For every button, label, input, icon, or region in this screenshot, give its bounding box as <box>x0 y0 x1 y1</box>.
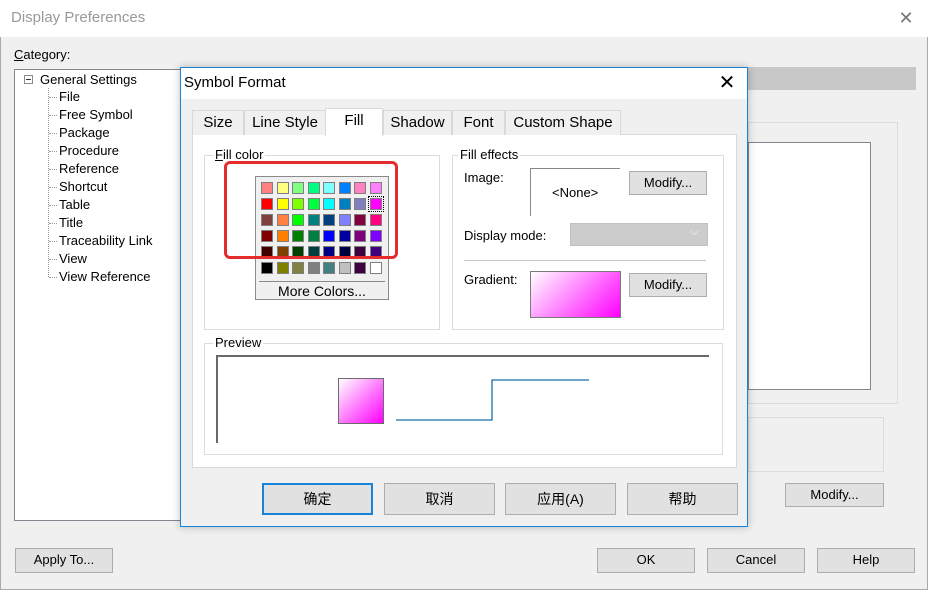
color-swatch[interactable] <box>261 262 273 274</box>
cancel-button[interactable]: Cancel <box>707 548 805 573</box>
tree-connector <box>49 223 57 224</box>
help-button[interactable]: Help <box>817 548 915 573</box>
color-swatch[interactable] <box>292 262 304 274</box>
tree-item-title[interactable]: Title <box>59 215 83 230</box>
tab-font[interactable]: Font <box>452 110 505 135</box>
category-label: Category: <box>14 47 71 62</box>
tree-item-shortcut[interactable]: Shortcut <box>59 179 107 194</box>
separator <box>464 260 706 261</box>
tree-item-view[interactable]: View <box>59 251 87 266</box>
fill-effects-label: Fill effects <box>458 147 521 162</box>
tree-item-reference[interactable]: Reference <box>59 161 119 176</box>
ok-button[interactable]: OK <box>597 548 695 573</box>
tree-connector <box>49 277 57 278</box>
tree-connector <box>49 151 57 152</box>
symbol-format-title: Symbol Format <box>184 74 286 91</box>
preview-line-sample <box>396 379 589 421</box>
tree-item-free-symbol[interactable]: Free Symbol <box>59 107 133 122</box>
highlight-annotation <box>224 161 398 259</box>
help-button[interactable]: 帮助 <box>627 483 738 515</box>
settings-preview-box <box>748 142 871 390</box>
tab-shadow[interactable]: Shadow <box>383 110 452 135</box>
modify-button[interactable]: Modify... <box>785 483 884 507</box>
tree-item-package[interactable]: Package <box>59 125 110 140</box>
gradient-label: Gradient: <box>464 272 518 287</box>
color-swatch[interactable] <box>323 262 335 274</box>
image-value: <None> <box>552 185 599 200</box>
tree-item-general-settings[interactable]: General Settings <box>40 72 137 87</box>
display-mode-select[interactable] <box>570 223 708 246</box>
tree-connector <box>49 115 57 116</box>
settings-groupbox-lower <box>748 417 884 472</box>
color-swatch[interactable] <box>338 262 351 274</box>
display-mode-label: Display mode: <box>464 228 547 243</box>
chevron-down-icon: ⌵ <box>690 226 699 238</box>
cancel-button[interactable]: 取消 <box>384 483 495 515</box>
gradient-preview <box>530 271 621 318</box>
ok-button[interactable]: 确定 <box>262 483 373 515</box>
color-swatch[interactable] <box>307 262 320 274</box>
gradient-modify-button[interactable]: Modify... <box>629 273 707 297</box>
settings-header-bar <box>748 67 916 90</box>
tree-item-table[interactable]: Table <box>59 197 90 212</box>
tab-size[interactable]: Size <box>192 110 244 135</box>
more-colors-button[interactable]: More Colors... <box>259 281 385 299</box>
tree-connector <box>49 169 57 170</box>
tree-connector <box>49 241 57 242</box>
collapse-icon[interactable] <box>24 75 33 84</box>
category-tree[interactable]: General Settings File Free Symbol Packag… <box>14 69 184 521</box>
apply-button[interactable]: 应用(A) <box>505 483 616 515</box>
tree-connector <box>49 97 57 98</box>
tab-fill[interactable]: Fill <box>325 108 383 136</box>
tree-item-traceability-link[interactable]: Traceability Link <box>59 233 152 248</box>
tree-item-procedure[interactable]: Procedure <box>59 143 119 158</box>
tab-custom-shape[interactable]: Custom Shape <box>505 110 621 135</box>
apply-to-button[interactable]: Apply To... <box>15 548 113 573</box>
color-swatch[interactable] <box>369 262 382 274</box>
tree-connector <box>49 205 57 206</box>
close-icon[interactable]: ✕ <box>895 6 917 30</box>
tree-item-view-reference[interactable]: View Reference <box>59 269 151 284</box>
tree-connector <box>49 133 57 134</box>
preview-fill-sample <box>338 378 384 424</box>
close-icon[interactable]: ✕ <box>715 71 739 95</box>
image-modify-button[interactable]: Modify... <box>629 171 707 195</box>
image-label: Image: <box>464 170 504 185</box>
display-preferences-title: Display Preferences <box>11 9 146 26</box>
preview-label: Preview <box>213 335 264 350</box>
fill-color-label: Fill color <box>213 147 266 162</box>
tree-connector <box>48 88 49 277</box>
tree-connector <box>49 187 57 188</box>
color-swatch[interactable] <box>354 262 366 274</box>
tree-connector <box>49 259 57 260</box>
tree-item-file[interactable]: File <box>59 89 80 104</box>
tab-line-style[interactable]: Line Style <box>244 110 326 135</box>
color-swatch[interactable] <box>276 262 289 274</box>
